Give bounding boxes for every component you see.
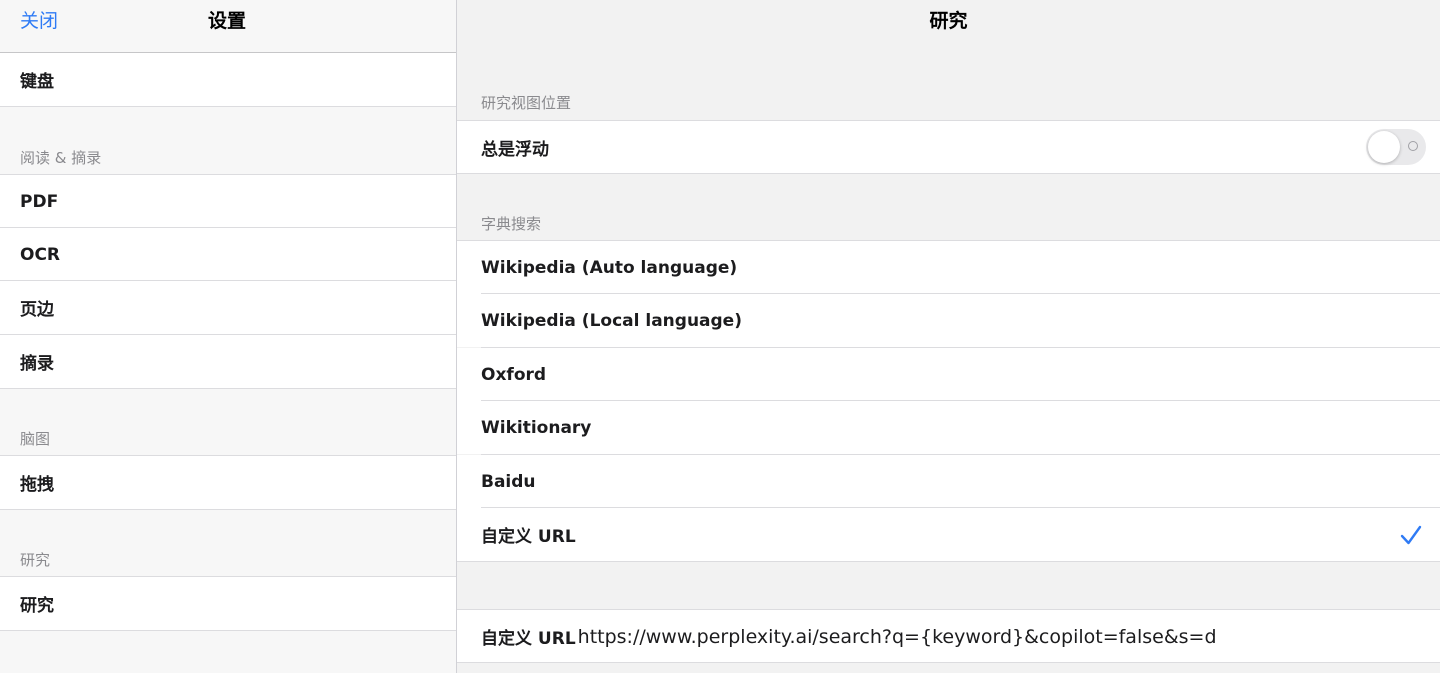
divider xyxy=(0,630,456,631)
sidebar-item-label: 摘录 xyxy=(20,354,54,374)
sidebar-item-research[interactable]: 研究 xyxy=(0,577,456,630)
dictionary-option-label: 自定义 URL xyxy=(481,527,576,547)
settings-window: 关闭 设置 键盘 阅读 & 摘录 PDF OCR 页边 摘录 脑图 拖拽 研究 … xyxy=(0,0,1440,673)
dictionary-option-custom-url[interactable]: 自定义 URL xyxy=(457,508,1440,561)
section-dictionary: 字典搜索 xyxy=(481,215,542,233)
divider xyxy=(0,509,456,510)
always-float-toggle[interactable] xyxy=(1366,129,1426,165)
dictionary-option-baidu[interactable]: Baidu xyxy=(457,455,1440,508)
sidebar-item-label: 键盘 xyxy=(20,72,54,92)
sidebar-item-margin[interactable]: 页边 xyxy=(0,281,456,334)
sidebar-section-mindmap: 脑图 xyxy=(20,430,51,448)
dictionary-option-label: Oxford xyxy=(481,364,547,385)
divider xyxy=(457,561,1440,562)
dictionary-option-wikipedia-local[interactable]: Wikipedia (Local language) xyxy=(457,294,1440,347)
sidebar-item-ocr[interactable]: OCR xyxy=(0,228,456,281)
sidebar-item-label: 研究 xyxy=(20,596,54,616)
sidebar-item-label: 页边 xyxy=(20,300,54,320)
sidebar-item-drag[interactable]: 拖拽 xyxy=(0,456,456,509)
sidebar-item-label: OCR xyxy=(20,244,61,265)
divider xyxy=(457,662,1440,663)
sidebar-item-pdf[interactable]: PDF xyxy=(0,175,456,228)
dictionary-option-label: Wikipedia (Auto language) xyxy=(481,257,738,278)
custom-url-row: 自定义 URL xyxy=(457,610,1440,663)
divider xyxy=(457,173,1440,174)
always-float-label: 总是浮动 xyxy=(481,140,549,160)
dictionary-option-wikitionary[interactable]: Wikitionary xyxy=(457,401,1440,454)
divider xyxy=(0,388,456,389)
page-title: 研究 xyxy=(929,10,968,32)
divider xyxy=(0,106,456,107)
sidebar-section-research: 研究 xyxy=(20,551,51,569)
sidebar-header: 关闭 设置 xyxy=(0,0,456,53)
custom-url-label: 自定义 URL xyxy=(481,629,576,649)
dictionary-option-label: Wikipedia (Local language) xyxy=(481,310,742,331)
sidebar-item-excerpt[interactable]: 摘录 xyxy=(0,335,456,388)
checkmark-icon xyxy=(1400,525,1422,545)
dictionary-option-wikipedia-auto[interactable]: Wikipedia (Auto language) xyxy=(457,241,1440,294)
dictionary-option-oxford[interactable]: Oxford xyxy=(457,348,1440,401)
close-button[interactable]: 关闭 xyxy=(20,6,58,33)
toggle-knob xyxy=(1368,131,1400,163)
custom-url-input[interactable] xyxy=(577,625,1278,648)
always-float-row: 总是浮动 xyxy=(457,121,1440,174)
settings-sidebar: 关闭 设置 键盘 阅读 & 摘录 PDF OCR 页边 摘录 脑图 拖拽 研究 … xyxy=(0,0,456,673)
dictionary-option-label: Wikitionary xyxy=(481,417,592,438)
sidebar-item-label: 拖拽 xyxy=(20,475,54,495)
sidebar-section-reading: 阅读 & 摘录 xyxy=(20,149,102,167)
detail-pane: 研究 研究视图位置 总是浮动 字典搜索 Wikipedia (Auto lang… xyxy=(457,0,1440,673)
toggle-off-icon xyxy=(1408,141,1418,151)
sidebar-item-keyboard[interactable]: 键盘 xyxy=(0,53,456,106)
sidebar-title: 设置 xyxy=(207,10,246,32)
dictionary-option-label: Baidu xyxy=(481,471,536,492)
section-view-position: 研究视图位置 xyxy=(481,94,572,112)
sidebar-item-label: PDF xyxy=(20,191,59,212)
